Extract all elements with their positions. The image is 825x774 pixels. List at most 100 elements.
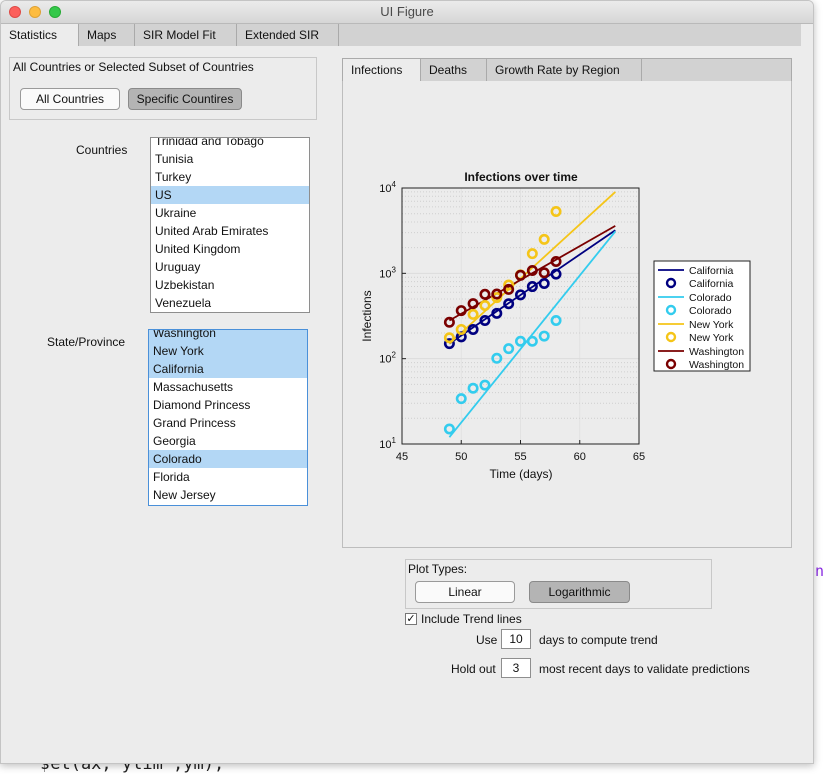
- y-tick-label: 101: [379, 436, 396, 451]
- holdout-days-input[interactable]: 3: [501, 658, 531, 678]
- close-window-button[interactable]: [9, 6, 21, 18]
- list-item[interactable]: United Kingdom: [151, 240, 309, 258]
- list-item[interactable]: Georgia: [149, 432, 307, 450]
- data-point: [538, 267, 550, 279]
- tab-maps[interactable]: Maps: [79, 24, 135, 46]
- data-point: [479, 379, 491, 391]
- list-item[interactable]: New Jersey: [149, 486, 307, 504]
- data-point: [467, 323, 479, 335]
- x-tick-label: 50: [455, 451, 467, 463]
- data-point: [479, 299, 491, 311]
- list-item[interactable]: Grand Princess: [149, 414, 307, 432]
- list-item[interactable]: United Arab Emirates: [151, 222, 309, 240]
- list-item[interactable]: Colorado: [149, 450, 307, 468]
- plot-types-title: Plot Types:: [408, 562, 468, 576]
- list-item[interactable]: Venezuela: [151, 294, 309, 312]
- plot-tab-bar: Infections Deaths Growth Rate by Region: [342, 58, 792, 82]
- zoom-window-button[interactable]: [49, 6, 61, 18]
- data-point: [479, 315, 491, 327]
- x-axis: 45 50 55 60 65: [396, 440, 645, 463]
- countries-listbox[interactable]: Trinidad and Tobago Tunisia Turkey US Uk…: [150, 137, 310, 313]
- list-item[interactable]: Washington: [149, 330, 307, 342]
- x-axis-label: Time (days): [490, 467, 553, 481]
- legend-entry-label: New York: [689, 319, 734, 331]
- holdout-suffix-label: most recent days to validate predictions: [539, 662, 750, 676]
- use-label: Use: [476, 633, 498, 647]
- list-item[interactable]: California: [149, 360, 307, 378]
- logarithmic-button[interactable]: Logarithmic: [529, 581, 630, 603]
- data-point: [526, 335, 538, 347]
- data-point: [443, 316, 455, 328]
- list-item[interactable]: US: [151, 186, 309, 204]
- data-point: [467, 308, 479, 320]
- legend-entry-label: Colorado: [689, 305, 732, 317]
- legend-entry-label: Colorado: [689, 292, 732, 304]
- x-tick-label: 45: [396, 451, 408, 463]
- chart-grid: [401, 188, 640, 445]
- include-trend-checkbox[interactable]: ✓: [405, 613, 417, 625]
- list-item[interactable]: Tunisia: [151, 150, 309, 168]
- countries-label: Countries: [76, 143, 128, 157]
- list-item[interactable]: Ukraine: [151, 204, 309, 222]
- editor-stray-text: n: [815, 562, 825, 580]
- data-point: [467, 298, 479, 310]
- list-item[interactable]: Trinidad and Tobago: [151, 138, 309, 150]
- data-point: [443, 332, 455, 344]
- list-item[interactable]: Turkey: [151, 168, 309, 186]
- data-point: [526, 264, 538, 276]
- data-point: [538, 278, 550, 290]
- list-item[interactable]: Diamond Princess: [149, 396, 307, 414]
- infections-chart: Infections over time 45 50 55 60 65 101 102 10…: [360, 170, 751, 481]
- legend-entry-label: California: [689, 265, 734, 277]
- include-trend-label: Include Trend lines: [421, 612, 522, 626]
- country-group-title: All Countries or Selected Subset of Coun…: [13, 60, 254, 74]
- x-tick-label: 55: [514, 451, 526, 463]
- tab-extended-sir[interactable]: Extended SIR: [237, 24, 339, 46]
- data-point: [550, 268, 562, 280]
- ui-figure-window: UI Figure Statistics Maps SIR Model Fit …: [0, 0, 814, 764]
- legend-entry-label: Washington: [689, 359, 744, 371]
- data-point: [443, 423, 455, 435]
- data-point: [550, 206, 562, 218]
- data-point: [526, 248, 538, 260]
- chart-title: Infections over time: [464, 170, 578, 184]
- data-point: [467, 382, 479, 394]
- x-tick-label: 65: [633, 451, 645, 463]
- tab-sir-model-fit[interactable]: SIR Model Fit: [135, 24, 237, 46]
- y-tick-label: 102: [379, 351, 396, 366]
- data-point: [538, 233, 550, 245]
- data-point: [538, 330, 550, 342]
- data-point: [503, 343, 515, 355]
- legend-entry-label: Washington: [689, 346, 744, 358]
- list-item[interactable]: Florida: [149, 468, 307, 486]
- tab-growth-rate-by-region[interactable]: Growth Rate by Region: [487, 59, 642, 81]
- list-item[interactable]: Uzbekistan: [151, 276, 309, 294]
- tab-infections[interactable]: Infections: [343, 59, 421, 82]
- trend-lines: [448, 191, 617, 438]
- specific-countries-button[interactable]: Specific Countires: [128, 88, 242, 110]
- trend-days-input[interactable]: 10: [501, 629, 531, 649]
- hold-out-label: Hold out: [451, 662, 496, 676]
- main-tab-bar: Statistics Maps SIR Model Fit Extended S…: [1, 24, 801, 47]
- legend-entry-label: California: [689, 278, 734, 290]
- trend-line-new-york: [448, 191, 616, 345]
- tab-deaths[interactable]: Deaths: [421, 59, 487, 81]
- data-point: [491, 307, 503, 319]
- data-point: [479, 288, 491, 300]
- state-province-listbox[interactable]: Washington New York California Massachus…: [148, 329, 308, 506]
- y-tick-label: 104: [379, 180, 396, 195]
- all-countries-button[interactable]: All Countries: [20, 88, 120, 110]
- list-item[interactable]: Uruguay: [151, 258, 309, 276]
- window-title: UI Figure: [380, 4, 434, 19]
- linear-button[interactable]: Linear: [415, 581, 515, 603]
- window-titlebar: UI Figure: [1, 1, 813, 24]
- state-province-label: State/Province: [47, 335, 126, 349]
- legend-entry-label: New York: [689, 332, 734, 344]
- minimize-window-button[interactable]: [29, 6, 41, 18]
- list-item[interactable]: New York: [149, 342, 307, 360]
- tab-statistics[interactable]: Statistics: [1, 24, 79, 47]
- list-item[interactable]: Massachusetts: [149, 378, 307, 396]
- y-tick-label: 103: [379, 265, 396, 280]
- y-axis-label: Infections: [360, 290, 374, 341]
- x-tick-label: 60: [574, 451, 586, 463]
